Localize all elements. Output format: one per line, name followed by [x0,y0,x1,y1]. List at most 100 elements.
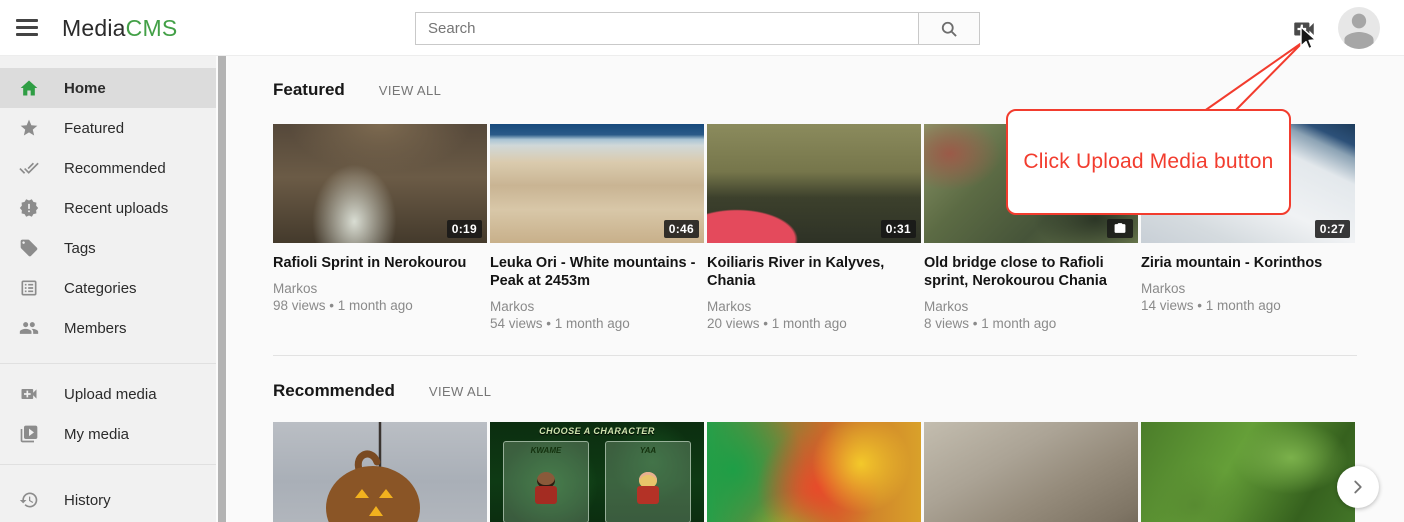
video-thumbnail[interactable] [1141,422,1355,522]
game-title-text: CHOOSE A CHARACTER [490,422,704,436]
video-title[interactable]: Ziria mountain - Korinthos [1141,254,1355,272]
video-library-icon [19,424,39,444]
search-bar [415,12,980,45]
video-author[interactable]: Markos [707,298,921,315]
video-card[interactable] [1141,422,1355,522]
star-icon [19,118,39,138]
sidebar-item-label: Categories [64,280,137,297]
video-meta: 8 views • 1 month ago [924,315,1138,332]
video-call-icon [19,384,39,404]
game-character-sprite [533,472,559,504]
person-icon [1338,7,1380,49]
search-button[interactable] [918,13,979,44]
search-icon [939,19,959,39]
sidebar-item-label: History [64,492,111,509]
video-card[interactable]: CHOOSE A CHARACTER KWAME Selected YAA Se… [490,422,704,522]
video-card[interactable]: 0:31 Koiliaris River in Kalyves, Chania … [707,124,921,332]
sidebar-item-history[interactable]: History [0,480,216,520]
video-thumbnail[interactable] [707,422,921,522]
sidebar-item-label: Recent uploads [64,200,168,217]
photo-type-badge [1107,219,1133,238]
video-thumbnail[interactable]: CHOOSE A CHARACTER KWAME Selected YAA Se… [490,422,704,522]
sidebar-item-label: Featured [64,120,124,137]
carousel-next-button[interactable] [1337,466,1379,508]
home-icon [19,78,39,98]
sidebar-item-label: Upload media [64,386,157,403]
tag-icon [19,238,39,258]
sidebar-item-upload-media[interactable]: Upload media [0,374,216,414]
game-character-name: KWAME [504,442,588,455]
new-releases-icon [19,198,39,218]
sidebar-divider [0,363,216,364]
sidebar-item-label: Members [64,320,127,337]
sidebar-item-label: Recommended [64,160,166,177]
people-icon [19,318,39,338]
duration-badge: 0:31 [881,220,916,238]
video-thumbnail[interactable]: 0:19 [273,124,487,243]
video-card[interactable] [707,422,921,522]
sidebar-item-recommended[interactable]: Recommended [0,148,216,188]
sidebar-item-featured[interactable]: Featured [0,108,216,148]
video-thumbnail[interactable]: 0:31 [707,124,921,243]
done-all-icon [19,158,39,178]
video-author[interactable]: Markos [1141,280,1355,297]
app-logo[interactable]: MediaCMS [62,0,177,56]
video-thumbnail[interactable] [924,422,1138,522]
duration-badge: 0:46 [664,220,699,238]
video-thumbnail[interactable] [273,422,487,522]
featured-section-title: Featured [273,80,345,100]
recommended-view-all-link[interactable]: VIEW ALL [429,384,491,399]
video-title[interactable]: Koiliaris River in Kalyves, Chania [707,254,921,290]
video-meta: 98 views • 1 month ago [273,297,487,314]
camera-icon [1113,222,1127,235]
video-title[interactable]: Leuka Ori - White mountains - Peak at 24… [490,254,704,290]
search-input[interactable] [416,13,918,44]
logo-text-cms: CMS [126,15,178,41]
callout-text: Click Upload Media button [1023,150,1273,174]
sidebar-divider [0,464,216,465]
history-icon [19,490,39,510]
video-title[interactable]: Old bridge close to Rafioli sprint, Nero… [924,254,1138,290]
video-title[interactable]: Rafioli Sprint in Nerokourou [273,254,487,272]
sidebar-item-my-media[interactable]: My media [0,414,216,454]
sidebar-item-home[interactable]: Home [0,68,216,108]
recommended-row: CHOOSE A CHARACTER KWAME Selected YAA Se… [273,422,1355,522]
video-card[interactable]: 0:46 Leuka Ori - White mountains - Peak … [490,124,704,332]
video-card[interactable]: 0:19 Rafioli Sprint in Nerokourou Markos… [273,124,487,332]
menu-toggle-icon[interactable] [16,19,38,36]
featured-view-all-link[interactable]: VIEW ALL [379,83,441,98]
video-meta: 14 views • 1 month ago [1141,297,1355,314]
video-author[interactable]: Markos [924,298,1138,315]
sidebar-scrollbar[interactable] [216,56,228,522]
user-avatar[interactable] [1338,7,1380,49]
sidebar-item-label: My media [64,426,129,443]
sidebar-item-members[interactable]: Members [0,308,216,348]
callout-pointer-tail [1190,30,1315,116]
logo-text-media: Media [62,15,126,41]
video-author[interactable]: Markos [273,280,487,297]
recommended-section-title: Recommended [273,381,395,401]
sidebar-item-recent-uploads[interactable]: Recent uploads [0,188,216,228]
duration-badge: 0:27 [1315,220,1350,238]
video-author[interactable]: Markos [490,298,704,315]
game-character-name: YAA [606,442,690,455]
sidebar: Home Featured Recommended Recent uploads… [0,56,216,522]
sidebar-item-categories[interactable]: Categories [0,268,216,308]
sidebar-item-label: Home [64,80,106,97]
video-thumbnail[interactable]: 0:46 [490,124,704,243]
sidebar-item-label: Tags [64,240,96,257]
game-character-panel: YAA Select [605,441,691,522]
annotation-callout: Click Upload Media button [1006,109,1291,215]
video-meta: 20 views • 1 month ago [707,315,921,332]
list-alt-icon [19,278,39,298]
game-character-sprite [635,472,661,504]
mouse-cursor [1298,26,1318,52]
chevron-right-icon [1347,476,1369,498]
video-card[interactable] [273,422,487,522]
video-card[interactable] [924,422,1138,522]
section-divider [273,355,1357,356]
sidebar-item-tags[interactable]: Tags [0,228,216,268]
game-character-panel: KWAME Selected [503,441,589,522]
scrollbar-thumb[interactable] [218,50,226,522]
pumpkin-artwork [273,422,487,522]
